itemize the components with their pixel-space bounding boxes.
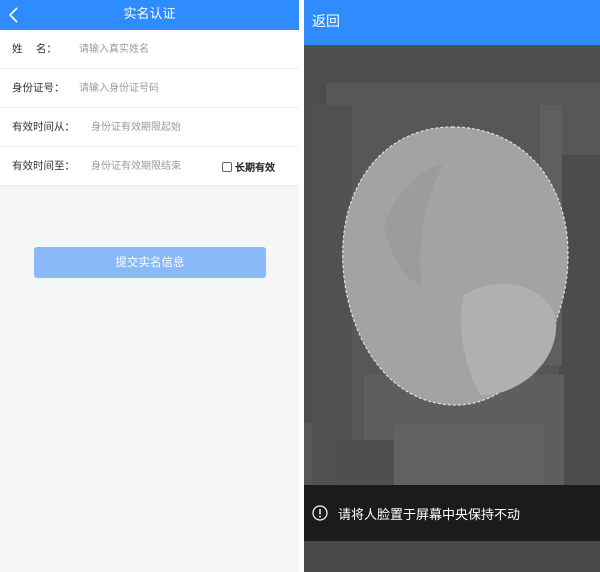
id-number-input[interactable] xyxy=(79,69,279,108)
name-input[interactable] xyxy=(79,30,279,69)
longterm-toggle[interactable]: 长期有效 xyxy=(222,147,275,186)
back-button[interactable]: 返回 xyxy=(312,0,340,45)
name-row: 姓 名： xyxy=(0,30,299,69)
camera-preview xyxy=(304,45,600,485)
valid-from-input[interactable] xyxy=(91,108,216,147)
face-capture-screen: 返回 请将人脸置于屏幕中央保持不动 xyxy=(304,0,600,572)
valid-from-label: 有效时间从： xyxy=(12,121,75,133)
valid-to-row: 有效时间至： 长期有效 xyxy=(0,147,299,186)
form: 姓 名： 身份证号： 有效时间从： 有效时间至： 长期有效 xyxy=(0,30,299,186)
header-bar: 实名认证 xyxy=(0,0,299,30)
header-bar: 返回 xyxy=(304,0,600,45)
longterm-label: 长期有效 xyxy=(235,163,275,174)
page-title: 实名认证 xyxy=(123,7,176,22)
camera-preview-bottom xyxy=(304,541,600,572)
valid-to-label: 有效时间至： xyxy=(12,160,75,172)
id-number-label: 身份证号： xyxy=(12,82,65,94)
valid-to-input[interactable] xyxy=(91,147,216,186)
hint-text: 请将人脸置于屏幕中央保持不动 xyxy=(338,507,521,523)
info-circle-icon xyxy=(312,505,328,521)
longterm-checkbox[interactable] xyxy=(222,161,232,172)
name-label: 姓 名： xyxy=(12,43,57,55)
submit-button[interactable]: 提交实名信息 xyxy=(34,247,266,278)
verification-form-screen: 实名认证 姓 名： 身份证号： 有效时间从： 有效时间至： 长期有效 提交实名信… xyxy=(0,0,299,572)
id-number-row: 身份证号： xyxy=(0,69,299,108)
hint-bar: 请将人脸置于屏幕中央保持不动 xyxy=(304,485,600,541)
valid-from-row: 有效时间从： xyxy=(0,108,299,147)
